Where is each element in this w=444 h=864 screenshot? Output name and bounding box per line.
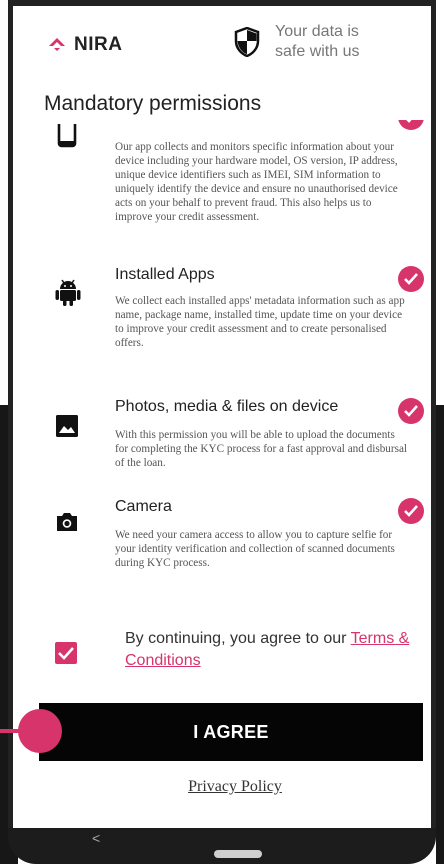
terms-checkbox[interactable]	[55, 642, 77, 664]
data-safe-message: Your data is safe with us	[275, 22, 395, 62]
permission-title: Camera	[115, 498, 172, 515]
back-nav-icon[interactable]: <	[92, 830, 100, 846]
privacy-policy: Privacy Policy	[13, 778, 431, 796]
home-pill-icon[interactable]	[214, 850, 262, 858]
page-title: Mandatory permissions	[44, 92, 262, 115]
system-navigation-bar: <	[8, 828, 436, 864]
tap-indicator-dot	[18, 709, 62, 753]
data-safe-line2: safe with us	[275, 43, 360, 60]
shield-icon	[234, 27, 260, 57]
i-agree-button[interactable]: I AGREE	[39, 703, 423, 761]
image-icon	[56, 415, 78, 437]
permission-check-icon	[398, 120, 424, 130]
android-icon	[55, 279, 81, 306]
permission-description: Our app collects and monitors specific i…	[115, 141, 398, 223]
data-safe-line1: Your data is	[275, 23, 359, 40]
checkmark-icon	[58, 647, 74, 660]
permission-check-icon	[398, 498, 424, 524]
permission-description: We need your camera access to allow you …	[115, 529, 395, 569]
consent-label: By continuing, you agree to our	[125, 630, 351, 647]
consent-text: By continuing, you agree to our Terms & …	[125, 628, 425, 672]
privacy-policy-link[interactable]: Privacy Policy	[188, 778, 282, 795]
nira-logo-icon	[49, 38, 65, 51]
background-right-edge	[436, 405, 444, 864]
permission-check-icon	[398, 398, 424, 424]
permissions-list[interactable]: Our app collects and monitors specific i…	[13, 120, 431, 612]
permission-check-icon	[398, 266, 424, 292]
camera-icon	[57, 513, 77, 531]
phone-top-edge	[8, 0, 436, 6]
phone-icon	[57, 124, 77, 148]
permission-description: We collect each installed apps' metadata…	[115, 295, 405, 349]
brand-name: NIRA	[74, 34, 123, 55]
permission-description: With this permission you will be able to…	[115, 429, 408, 469]
phone-frame: NIRA Your data is safe with us Mandatory…	[8, 0, 436, 858]
app-header: NIRA Your data is safe with us	[13, 0, 431, 88]
permission-title: Photos, media & files on device	[115, 398, 339, 415]
permission-title: Installed Apps	[115, 266, 215, 283]
